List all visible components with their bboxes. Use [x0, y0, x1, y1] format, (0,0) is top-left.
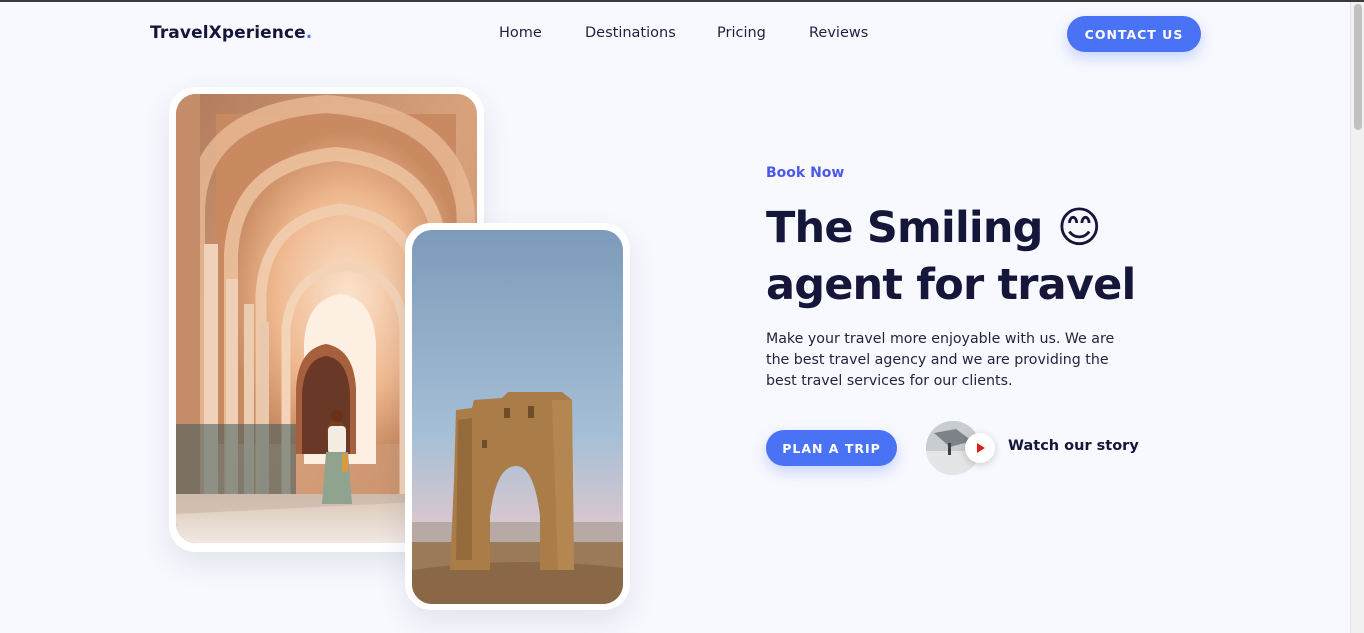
hero-eyebrow: Book Now — [766, 165, 845, 181]
plan-a-trip-button[interactable]: PLAN A TRIP — [766, 430, 897, 466]
nav-link-pricing[interactable]: Pricing — [717, 25, 766, 41]
nav-link-destinations[interactable]: Destinations — [585, 25, 676, 41]
hero-headline-line1: The Smiling — [766, 203, 1043, 253]
contact-us-button[interactable]: CONTACT US — [1067, 16, 1201, 52]
nav-link-reviews[interactable]: Reviews — [809, 25, 868, 41]
smiling-face-emoji: 😊 — [1056, 203, 1102, 253]
hero-headline: The Smiling 😊 agent for travel — [766, 200, 1136, 314]
brand-logo[interactable]: TravelXperience. — [150, 23, 312, 43]
play-icon[interactable] — [965, 433, 995, 463]
window-top-border — [0, 0, 1364, 2]
hero-headline-line2: agent for travel — [766, 260, 1136, 310]
ruins-photo — [412, 230, 623, 604]
watch-story-link[interactable]: Watch our story — [926, 420, 1139, 476]
nav-link-home[interactable]: Home — [499, 25, 542, 41]
watch-story-label: Watch our story — [1008, 438, 1139, 454]
hero-image-card-ruins — [405, 223, 630, 610]
scrollbar-thumb[interactable] — [1354, 4, 1362, 130]
page-scrollbar[interactable] — [1350, 2, 1364, 633]
brand-logo-dot: . — [305, 23, 313, 43]
hero-description: Make your travel more enjoyable with us.… — [766, 331, 1115, 389]
brand-logo-text: TravelXperience — [150, 23, 306, 43]
